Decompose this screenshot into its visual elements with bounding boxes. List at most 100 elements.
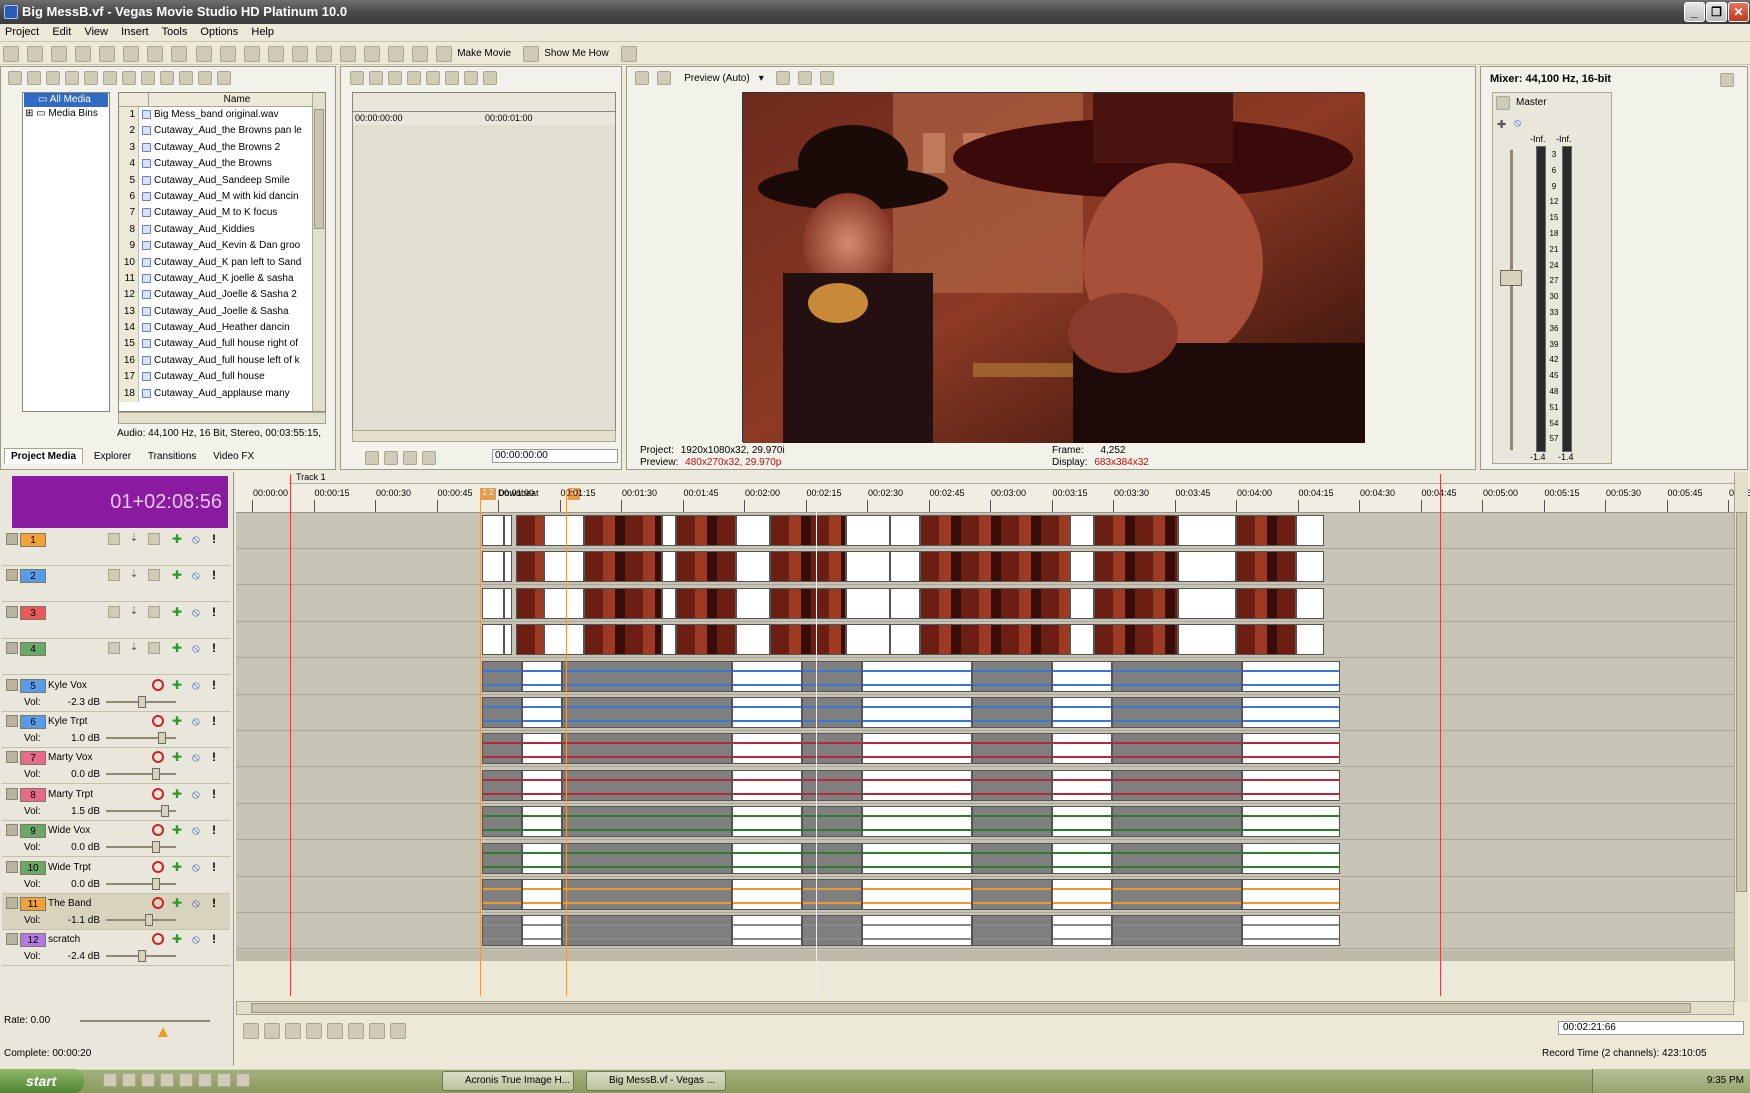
record-icon[interactable] (243, 1023, 259, 1039)
mute-icon[interactable]: ⦸ (192, 788, 204, 800)
task-vegas[interactable]: Big MessB.vf - Vegas ... (586, 1071, 726, 1091)
audio-event[interactable] (802, 879, 862, 910)
volume-slider-knob[interactable] (152, 841, 160, 854)
audio-event[interactable] (972, 842, 1052, 874)
loop-start-marker[interactable] (290, 474, 291, 996)
media-list-item[interactable]: 4 Cutaway_Aud_the Browns (119, 156, 325, 173)
maximize-button[interactable]: ❐ (1706, 2, 1727, 22)
video-event[interactable] (1296, 587, 1324, 619)
down-arrow-icon[interactable]: ⇣ (128, 533, 140, 545)
mute-icon[interactable]: ⦸ (192, 642, 204, 654)
audio-event[interactable] (972, 915, 1052, 947)
track-header[interactable]: 5 Kyle Vox Vol: -2.3 dB ✚ ⦸! (2, 675, 230, 712)
track-fx-icon[interactable]: ✚ (172, 933, 184, 945)
audio-event[interactable] (862, 915, 972, 947)
track-name[interactable]: Wide Trpt (48, 862, 91, 873)
audio-event[interactable] (562, 660, 732, 692)
audio-event[interactable] (732, 879, 802, 910)
media-list-item[interactable]: 14 Cutaway_Aud_Heather dancin (119, 320, 325, 337)
audio-event[interactable] (862, 769, 972, 801)
audio-event[interactable] (802, 842, 862, 874)
add-fx-icon[interactable]: ✚ (1497, 118, 1506, 131)
track-motion-icon[interactable] (108, 569, 120, 582)
track-lane[interactable] (236, 877, 1734, 913)
solo-icon[interactable]: ! (212, 897, 224, 909)
video-event[interactable] (846, 551, 890, 583)
menu-insert[interactable]: Insert (116, 24, 154, 40)
tree-item-media-bins[interactable]: ⊞ ▭ Media Bins (23, 107, 109, 121)
media-list-item[interactable]: 12 Cutaway_Aud_Joelle & Sasha 2 (119, 287, 325, 304)
audio-event[interactable] (522, 879, 562, 910)
video-event[interactable] (676, 551, 736, 583)
menu-help[interactable]: Help (246, 24, 279, 40)
volume-slider-knob[interactable] (152, 877, 160, 890)
audio-event[interactable] (482, 733, 522, 765)
loop-end-marker[interactable] (1440, 474, 1441, 996)
trimmer-timeline[interactable]: 00:00:00:00 00:00:01:00 (352, 92, 616, 432)
track-expand-icon[interactable] (6, 715, 18, 727)
save-icon[interactable] (51, 46, 68, 62)
video-event[interactable] (736, 515, 770, 546)
audio-event[interactable] (522, 697, 562, 728)
audio-event[interactable] (1052, 806, 1112, 838)
column-header-name[interactable]: Name (149, 93, 325, 106)
external-monitor-icon[interactable] (657, 71, 672, 85)
track-header[interactable]: 3 ⇣ ✚ ⦸! (2, 602, 230, 639)
video-event[interactable] (584, 624, 662, 656)
track-expand-icon[interactable] (6, 605, 18, 618)
track-fx-icon[interactable]: ✚ (172, 861, 184, 873)
track-number[interactable]: 2 (20, 569, 46, 584)
zoom-icon[interactable] (483, 71, 497, 85)
volume-slider[interactable] (106, 882, 176, 885)
delete-icon[interactable] (407, 71, 421, 85)
media-list-item[interactable]: 2 Cutaway_Aud_the Browns pan le (119, 123, 325, 140)
audio-event[interactable] (1112, 915, 1242, 947)
mute-icon[interactable]: ⦸ (192, 606, 204, 618)
video-event[interactable] (920, 587, 1070, 619)
down-arrow-icon[interactable]: ⇣ (128, 606, 140, 618)
track-number[interactable]: 9 (20, 824, 46, 839)
import-media-icon[interactable] (8, 71, 22, 85)
lock-envelopes-icon[interactable] (291, 46, 308, 62)
video-event[interactable] (1236, 624, 1296, 656)
media-list-item[interactable]: 9 Cutaway_Aud_Kevin & Dan groo (119, 238, 325, 255)
composite-icon[interactable] (148, 533, 160, 545)
mute-icon[interactable]: ⦸ (192, 824, 204, 836)
video-event[interactable] (516, 587, 544, 619)
audio-event[interactable] (1242, 769, 1340, 801)
audio-event[interactable] (1242, 879, 1340, 910)
composite-icon[interactable] (148, 569, 160, 582)
video-event[interactable] (516, 624, 544, 656)
make-movie-icon[interactable] (436, 46, 453, 62)
video-event[interactable] (676, 624, 736, 656)
track-number[interactable]: 6 (20, 715, 46, 729)
audio-event[interactable] (862, 660, 972, 692)
remove-icon[interactable] (122, 71, 136, 85)
track-expand-icon[interactable] (6, 533, 18, 545)
audio-event[interactable] (1112, 769, 1242, 801)
track-lane[interactable] (236, 913, 1734, 950)
video-event[interactable] (662, 515, 676, 546)
media-list-hscrollbar[interactable] (118, 412, 326, 424)
track-fx-icon[interactable]: ✚ (172, 642, 184, 654)
track-fx-icon[interactable]: ✚ (172, 606, 184, 618)
audio-event[interactable] (1052, 915, 1112, 947)
video-event[interactable] (662, 587, 676, 619)
audio-event[interactable] (972, 806, 1052, 838)
stop-icon[interactable] (422, 451, 436, 465)
track-expand-icon[interactable] (6, 860, 18, 873)
video-event[interactable] (890, 624, 920, 656)
volume-slider[interactable] (106, 846, 176, 849)
video-event[interactable] (846, 515, 890, 546)
track-fx-icon[interactable]: ✚ (172, 897, 184, 909)
audio-event[interactable] (1242, 806, 1340, 838)
volume-slider-knob[interactable] (138, 950, 146, 963)
audio-event[interactable] (972, 697, 1052, 728)
video-event[interactable] (846, 624, 890, 656)
audio-event[interactable] (1052, 842, 1112, 874)
quicklaunch-icon[interactable] (179, 1073, 193, 1087)
views-icon[interactable] (217, 71, 231, 85)
quicklaunch-icon[interactable] (103, 1073, 117, 1087)
scroll-thumb[interactable] (1736, 512, 1747, 892)
scroll-thumb[interactable] (314, 109, 324, 229)
